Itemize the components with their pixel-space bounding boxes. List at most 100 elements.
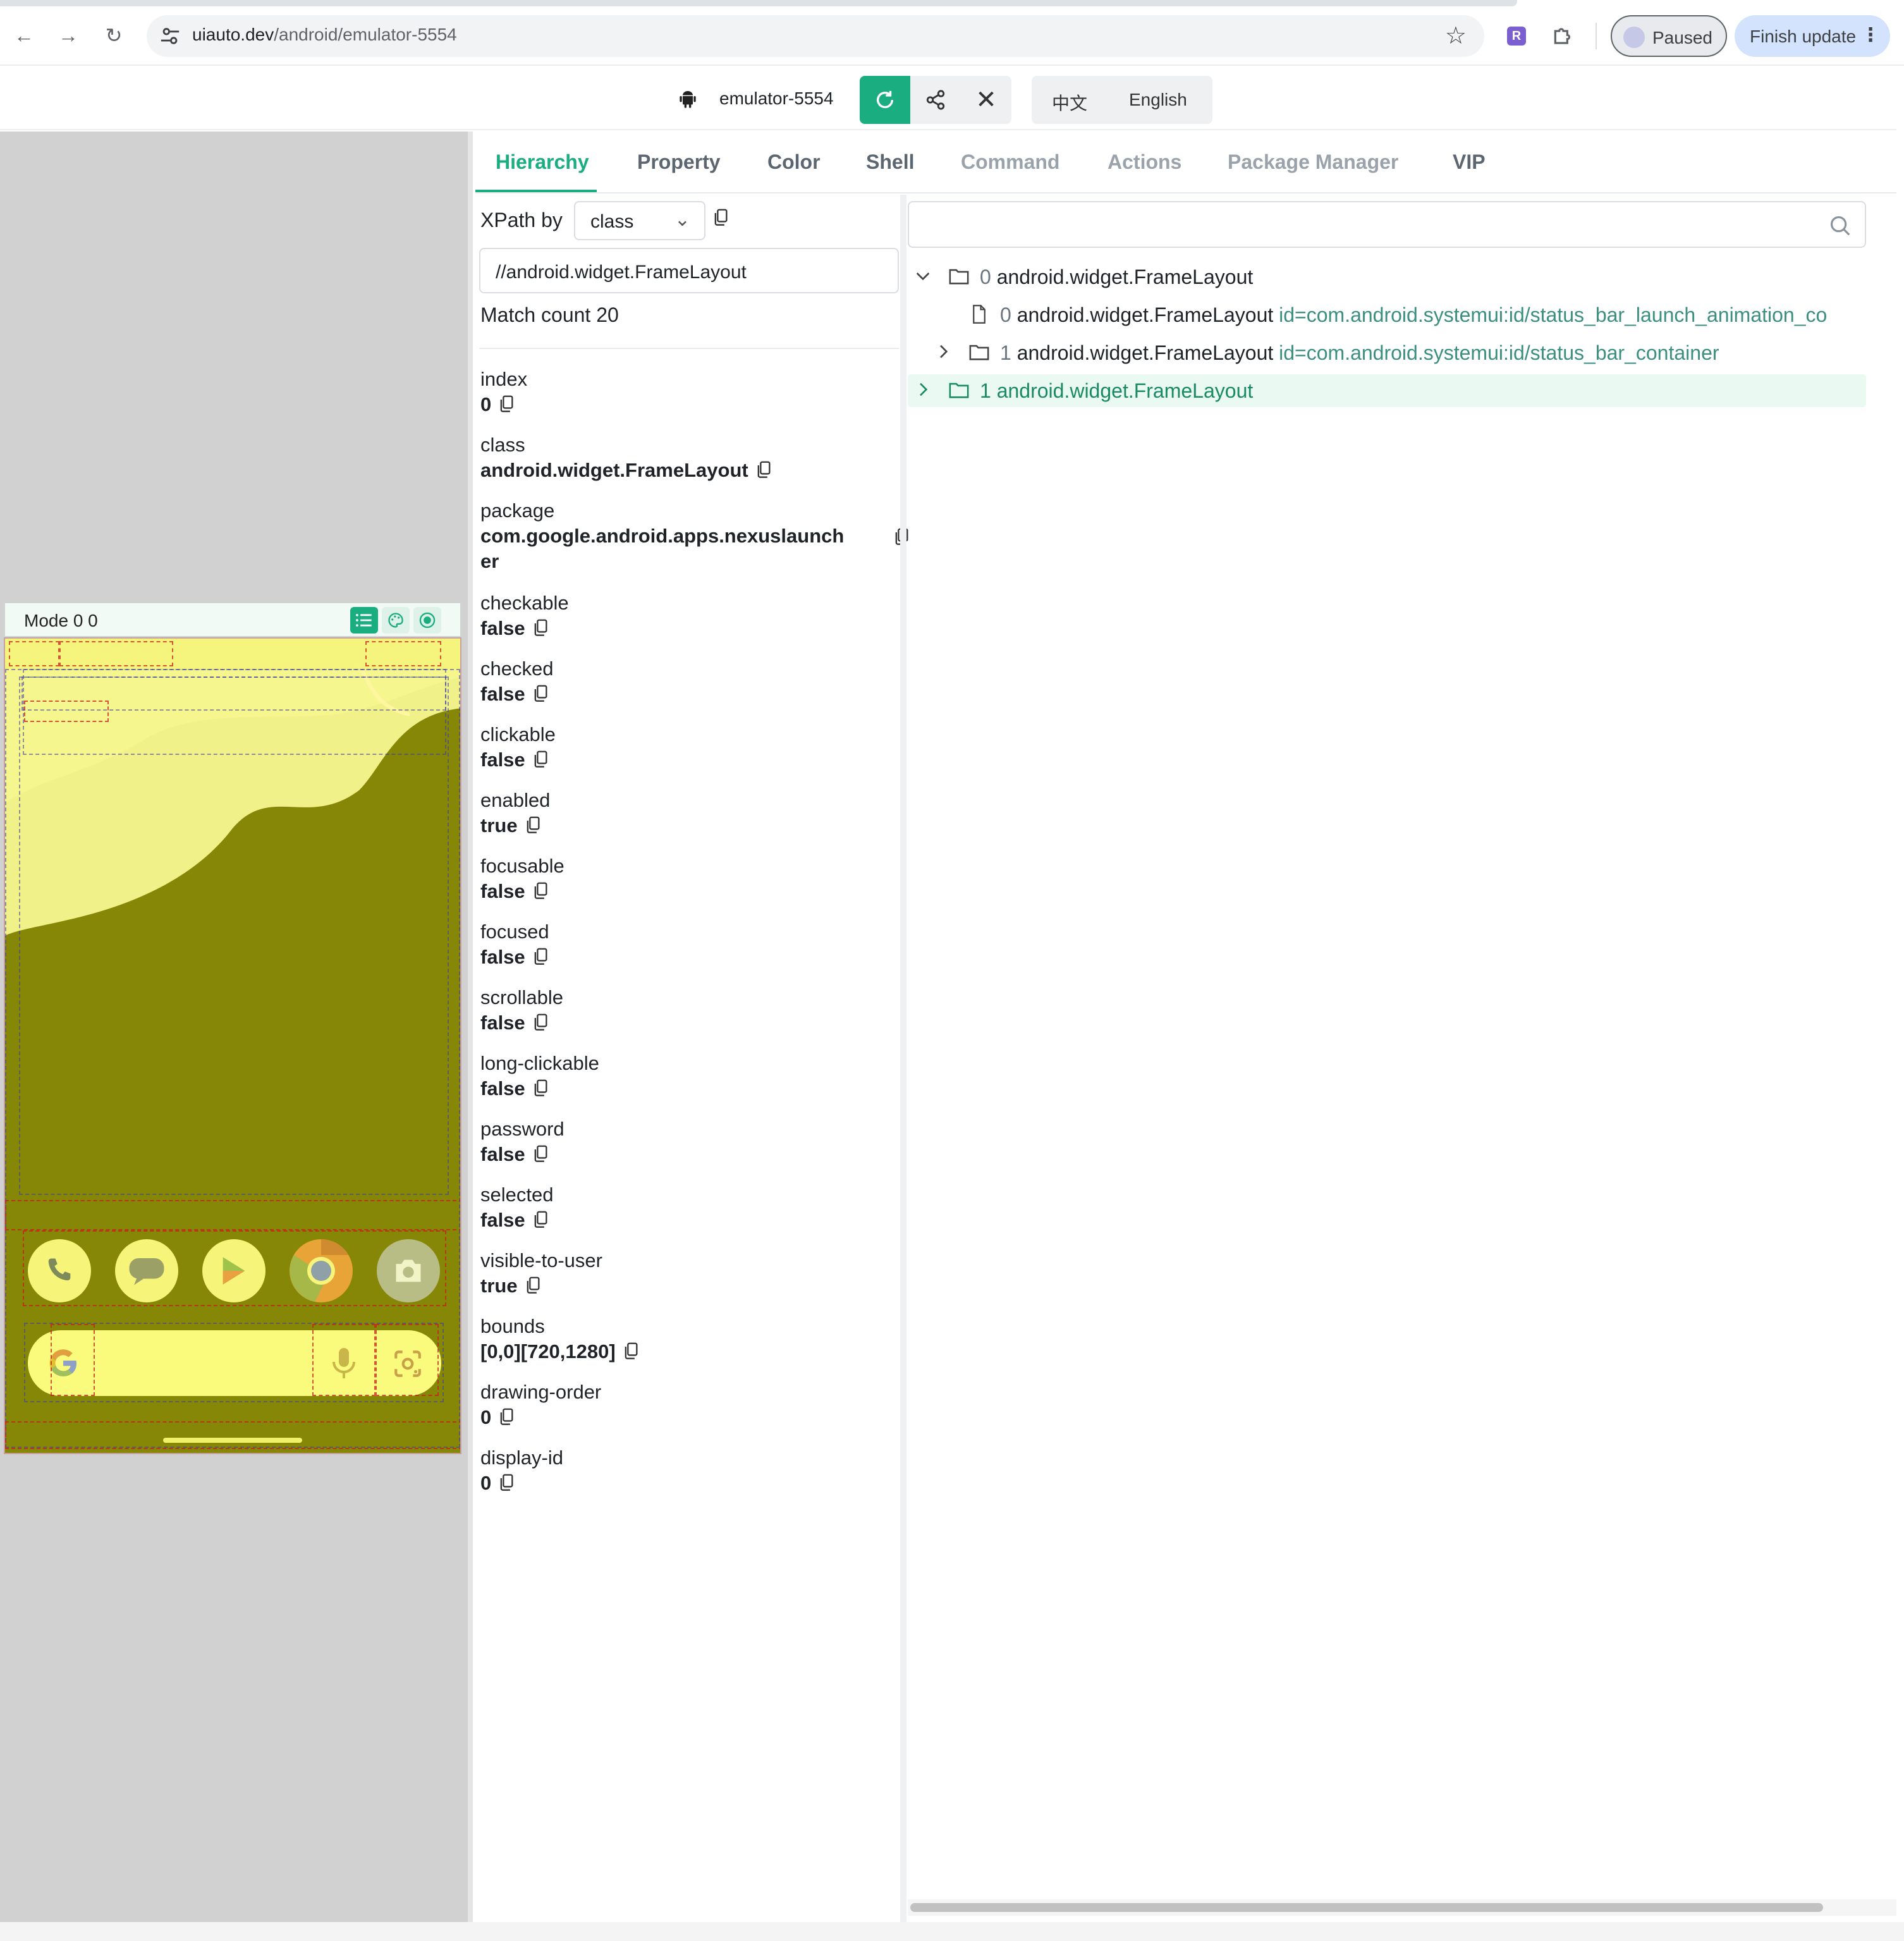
system-icons-box[interactable] xyxy=(365,641,441,666)
device-screen[interactable] xyxy=(4,637,461,1454)
property-value: true xyxy=(480,813,550,838)
copy-icon[interactable] xyxy=(533,619,548,637)
property-value-text: 0 xyxy=(480,1406,492,1428)
copy-icon[interactable] xyxy=(499,395,514,413)
copy-icon[interactable] xyxy=(533,750,548,768)
browser-toolbar: ← → ↻ uiauto.dev/android/emulator-5554 ☆… xyxy=(0,0,1904,66)
copy-icon[interactable] xyxy=(533,1013,548,1031)
chevron-right-icon[interactable] xyxy=(913,379,933,400)
tree-node-selected[interactable]: 1 android.widget.FrameLayout xyxy=(908,374,1866,407)
navbar-box[interactable] xyxy=(5,1421,460,1449)
tab-package-manager[interactable]: Package Manager xyxy=(1228,150,1398,174)
app-window: { "browser": { "url_host": "uiauto.dev",… xyxy=(0,0,1904,1941)
copy-icon[interactable] xyxy=(525,1277,540,1294)
hierarchy-tree-panel: 0 android.widget.FrameLayout 0 android.w… xyxy=(908,195,1896,1922)
address-bar[interactable]: uiauto.dev/android/emulator-5554 ☆ xyxy=(147,15,1484,57)
copy-icon[interactable] xyxy=(499,1474,514,1491)
copy-icon[interactable] xyxy=(533,1211,548,1228)
property-value-text: false xyxy=(480,1077,525,1099)
xpath-by-select[interactable]: class ⌄ xyxy=(574,201,705,240)
copy-icon[interactable] xyxy=(756,461,771,479)
lang-zh-button[interactable]: 中文 xyxy=(1052,90,1087,115)
tab-hierarchy[interactable]: Hierarchy xyxy=(496,150,589,174)
property-value-text: false xyxy=(480,1143,525,1165)
node-index: 1 xyxy=(1000,341,1011,364)
workspace-box[interactable] xyxy=(19,677,449,1195)
refresh-button[interactable] xyxy=(860,76,910,124)
color-mode-button[interactable] xyxy=(382,607,410,634)
home-gesture-pill[interactable] xyxy=(163,1438,302,1443)
property-value-text: false xyxy=(480,1209,525,1231)
phone-icon[interactable] xyxy=(28,1239,91,1302)
horizontal-scrollbar[interactable] xyxy=(910,1903,1823,1912)
property-item: display-id 0 xyxy=(480,1445,563,1496)
pane-splitter-2[interactable] xyxy=(900,195,906,1922)
tab-vip[interactable]: VIP xyxy=(1453,150,1486,174)
extensions-puzzle-icon[interactable] xyxy=(1551,24,1575,48)
copy-icon[interactable] xyxy=(623,1342,638,1360)
lang-en-button[interactable]: English xyxy=(1129,90,1187,110)
chevron-down-icon[interactable] xyxy=(913,266,933,286)
more-menu-icon[interactable]: ⋮ xyxy=(1861,24,1880,46)
copy-icon[interactable] xyxy=(525,816,540,834)
tree-node[interactable]: 0 android.widget.FrameLayout xyxy=(908,260,1866,293)
google-search-bar[interactable] xyxy=(28,1324,441,1396)
reload-icon[interactable]: ↻ xyxy=(101,23,126,48)
finish-update-button[interactable]: Finish update ⋮ xyxy=(1735,15,1890,57)
copy-icon[interactable] xyxy=(533,685,548,702)
tab-property[interactable]: Property xyxy=(637,150,721,174)
property-key: selected xyxy=(480,1184,554,1206)
property-item: enabled true xyxy=(480,788,550,838)
share-button[interactable] xyxy=(910,76,961,124)
tree-search-input[interactable] xyxy=(908,201,1866,248)
toolbar-separator xyxy=(1596,23,1597,49)
url-text: uiauto.dev/android/emulator-5554 xyxy=(192,25,457,45)
copy-icon[interactable] xyxy=(499,1408,514,1426)
file-icon xyxy=(973,305,986,324)
tree-node[interactable]: 1 android.widget.FrameLayout id=com.andr… xyxy=(908,336,1866,369)
hierarchy-mode-button[interactable] xyxy=(350,607,378,634)
record-button[interactable] xyxy=(413,607,441,634)
profile-paused-button[interactable]: Paused xyxy=(1611,15,1727,57)
tab-shell[interactable]: Shell xyxy=(866,150,914,174)
xpath-input[interactable]: //android.widget.FrameLayout xyxy=(479,248,899,293)
close-button[interactable]: ✕ xyxy=(961,76,1011,124)
copy-icon[interactable] xyxy=(533,1079,548,1097)
copy-icon[interactable] xyxy=(533,882,548,900)
pane-splitter[interactable] xyxy=(468,132,473,1922)
site-settings-icon[interactable] xyxy=(159,25,181,47)
status-bar-box[interactable] xyxy=(9,641,59,666)
page-indicator-box[interactable] xyxy=(5,1200,460,1230)
extension-r-icon[interactable]: R xyxy=(1507,27,1526,46)
back-icon[interactable]: ← xyxy=(11,23,37,48)
play-store-icon[interactable] xyxy=(202,1239,265,1302)
node-index: 0 xyxy=(980,266,991,288)
property-value: false xyxy=(480,747,556,773)
property-item: checked false xyxy=(480,656,553,707)
tab-command[interactable]: Command xyxy=(961,150,1059,174)
messages-icon[interactable] xyxy=(115,1239,178,1302)
camera-icon[interactable] xyxy=(377,1239,440,1302)
property-value: com.google.android.apps.nexuslaunch er xyxy=(480,524,908,574)
tab-actions[interactable]: Actions xyxy=(1108,150,1181,174)
chevron-right-icon[interactable] xyxy=(933,341,953,362)
property-key: password xyxy=(480,1118,564,1140)
chrome-icon[interactable] xyxy=(290,1239,353,1302)
google-g-box[interactable] xyxy=(51,1324,95,1396)
url-host: uiauto.dev xyxy=(192,25,274,44)
notification-icons-box[interactable] xyxy=(59,641,173,666)
property-value-text: 0 xyxy=(480,393,492,415)
copy-icon[interactable] xyxy=(533,1145,548,1163)
android-icon xyxy=(680,91,696,108)
forward-icon[interactable]: → xyxy=(56,23,81,48)
copy-icon[interactable] xyxy=(713,209,728,226)
property-item: drawing-order 0 xyxy=(480,1380,601,1430)
copy-icon[interactable] xyxy=(533,948,548,965)
bookmark-star-icon[interactable]: ☆ xyxy=(1445,21,1467,50)
tab-strip xyxy=(0,0,1517,6)
tree-node[interactable]: 0 android.widget.FrameLayout id=com.andr… xyxy=(908,298,1896,331)
palette-icon xyxy=(388,613,403,628)
list-icon xyxy=(356,613,372,627)
tab-color[interactable]: Color xyxy=(767,150,821,174)
property-item: selected false xyxy=(480,1182,553,1233)
